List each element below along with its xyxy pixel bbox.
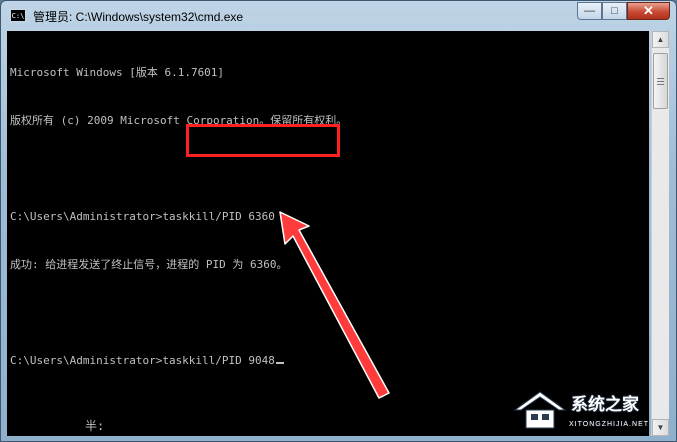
watermark-name: 系统之家 [571, 395, 639, 415]
red-arrow-annotation [279, 211, 390, 399]
watermark: 系统之家 XITONGZHIJIA.NET [505, 384, 677, 442]
house-logo-icon [513, 391, 567, 429]
watermark-url: XITONGZHIJIA.NET [569, 421, 650, 428]
